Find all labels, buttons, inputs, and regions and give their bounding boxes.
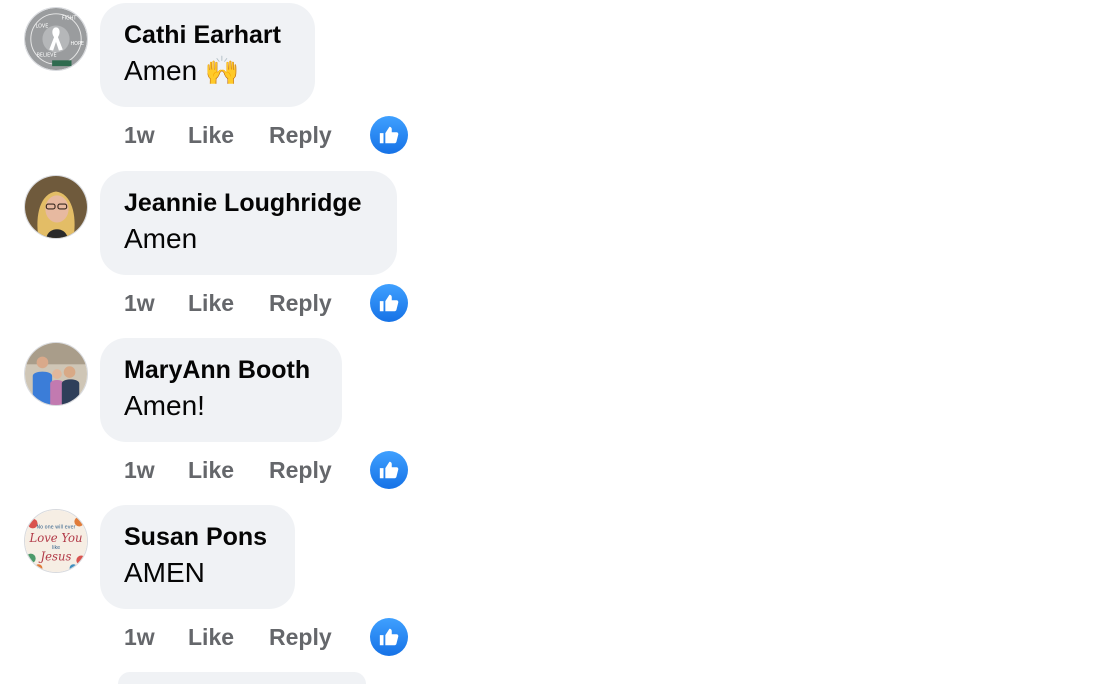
- profile-photo-icon: [25, 176, 87, 238]
- like-icon: [379, 126, 399, 144]
- comment-timestamp[interactable]: 1w: [124, 621, 188, 653]
- sticker-text: No one will ever: [37, 524, 76, 530]
- comment-bubble: Susan Pons AMEN: [100, 505, 295, 609]
- comment-timestamp[interactable]: 1w: [124, 119, 188, 151]
- like-reaction-badge[interactable]: [370, 116, 408, 154]
- avatar[interactable]: LOVE FIGHT HOPE BELIEVE: [24, 7, 88, 71]
- like-icon: [379, 461, 399, 479]
- badge-word: HOPE: [71, 41, 84, 47]
- commenter-name[interactable]: Jeannie Loughridge: [124, 187, 373, 219]
- comment-timestamp[interactable]: 1w: [124, 287, 188, 319]
- awareness-ribbon-badge-icon: LOVE FIGHT HOPE BELIEVE: [25, 8, 87, 70]
- like-button[interactable]: Like: [188, 454, 269, 486]
- badge-word: BELIEVE: [37, 52, 57, 58]
- like-button[interactable]: Like: [188, 621, 269, 653]
- reply-button[interactable]: Reply: [269, 119, 332, 151]
- like-reaction-badge[interactable]: [370, 451, 408, 489]
- reply-button[interactable]: Reply: [269, 621, 332, 653]
- group-photo-icon: [25, 343, 87, 405]
- comment-text: Amen 🙌: [124, 55, 240, 86]
- sticker-text: Jesus: [39, 549, 72, 563]
- comment-actions: 1w Like Reply: [124, 454, 332, 486]
- comment-actions: 1w Like Reply: [124, 287, 332, 319]
- like-reaction-badge[interactable]: [370, 618, 408, 656]
- avatar[interactable]: [24, 175, 88, 239]
- commenter-name[interactable]: MaryAnn Booth: [124, 354, 318, 386]
- badge-word: FIGHT: [62, 16, 77, 22]
- comment-item: MaryAnn Booth Amen! 1w Like Reply: [0, 338, 1093, 506]
- comment-actions: 1w Like Reply: [124, 119, 332, 151]
- love-you-like-jesus-sticker-icon: No one will ever Love You like Jesus: [25, 510, 87, 572]
- comment-text: Amen: [124, 223, 198, 254]
- comment-item: LOVE FIGHT HOPE BELIEVE Cathi Earhart Am…: [0, 3, 1093, 171]
- like-icon: [379, 628, 399, 646]
- comment-item: No one will ever Love You like Jesus Sus…: [0, 505, 1093, 673]
- comment-item: Jeannie Loughridge Amen 1w Like Reply: [0, 171, 1093, 339]
- like-button[interactable]: Like: [188, 119, 269, 151]
- like-icon: [379, 294, 399, 312]
- commenter-name[interactable]: Cathi Earhart: [124, 19, 291, 51]
- commenter-name[interactable]: Susan Pons: [124, 521, 271, 553]
- comment-bubble: Cathi Earhart Amen 🙌: [100, 3, 315, 107]
- like-reaction-badge[interactable]: [370, 284, 408, 322]
- comment-actions: 1w Like Reply: [124, 621, 332, 653]
- like-button[interactable]: Like: [188, 287, 269, 319]
- avatar[interactable]: No one will ever Love You like Jesus: [24, 509, 88, 573]
- reply-button[interactable]: Reply: [269, 287, 332, 319]
- comment-timestamp[interactable]: 1w: [124, 454, 188, 486]
- badge-word: LOVE: [36, 23, 49, 29]
- avatar[interactable]: [24, 342, 88, 406]
- next-comment-bubble: [118, 672, 366, 684]
- reply-button[interactable]: Reply: [269, 454, 332, 486]
- comment-text: Amen!: [124, 390, 205, 421]
- comment-text: AMEN: [124, 557, 205, 588]
- comment-bubble: Jeannie Loughridge Amen: [100, 171, 397, 275]
- comment-bubble: MaryAnn Booth Amen!: [100, 338, 342, 442]
- sticker-text: Love You: [29, 531, 83, 545]
